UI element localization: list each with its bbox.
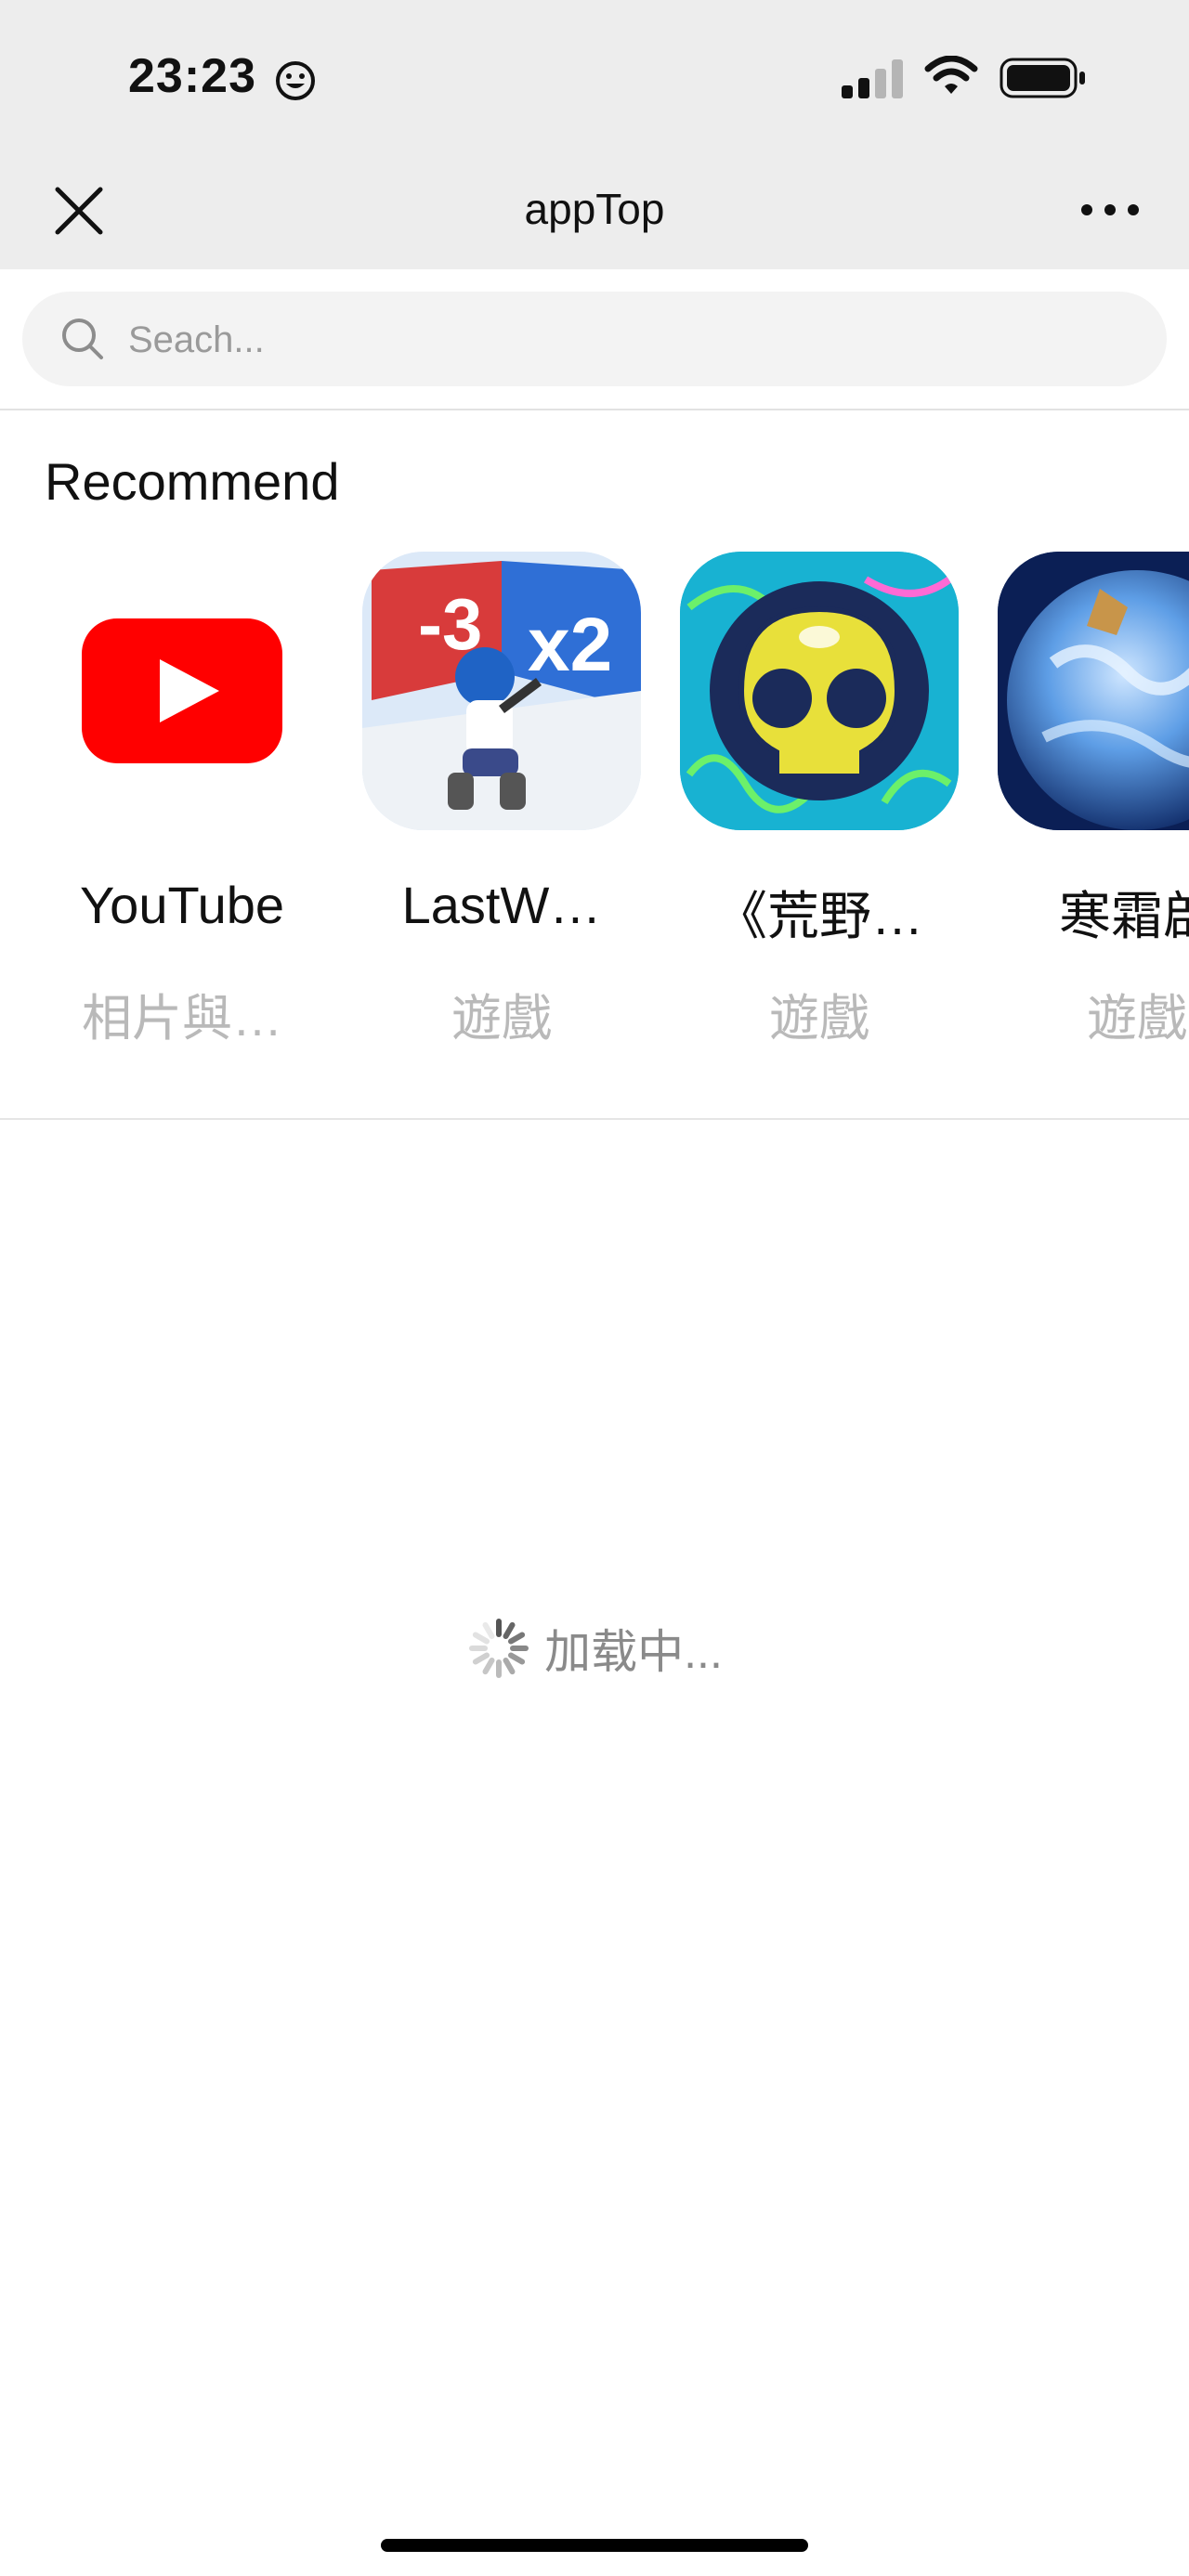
recommend-list: YouTube 相片與… -3 x2 LastW… 遊戲 《荒野… 遊戲 寒霜啟…: [0, 552, 1189, 1053]
more-icon[interactable]: [1078, 191, 1143, 228]
app-name: 《荒野…: [715, 887, 923, 945]
app-category: 遊戲: [769, 991, 869, 1047]
signal-icon: [842, 59, 903, 98]
status-time: 23:23: [128, 49, 256, 103]
search-input[interactable]: [126, 316, 1133, 364]
app-category: 遊戲: [451, 991, 552, 1047]
app-item-youtube[interactable]: YouTube 相片與…: [43, 552, 321, 1053]
app-item-brawl[interactable]: 《荒野… 遊戲: [680, 552, 959, 1053]
app-name: YouTube: [79, 876, 285, 934]
battery-icon: [1000, 58, 1085, 98]
brawl-icon: [680, 552, 959, 830]
app-item-frost[interactable]: 寒霜啟 遊戲: [998, 552, 1189, 1053]
loading-text: 加载中...: [544, 1626, 723, 1678]
smiley-icon: [276, 61, 315, 100]
section-divider: [0, 1118, 1189, 1120]
planet-icon: [998, 552, 1189, 830]
app-name: 寒霜啟: [1059, 887, 1189, 945]
home-indicator[interactable]: [381, 2539, 808, 2552]
app-item-lastwar[interactable]: -3 x2 LastW… 遊戲: [362, 552, 641, 1053]
wifi-icon: [924, 56, 978, 94]
section-title-recommend: Recommend: [45, 452, 340, 511]
search-section: [0, 269, 1189, 410]
spinner-icon: [469, 1619, 529, 1678]
search-bar[interactable]: [22, 292, 1167, 386]
app-name: LastW…: [401, 876, 602, 934]
lastwar-icon: -3 x2: [362, 552, 641, 830]
loading-indicator: 加载中...: [0, 1616, 1189, 1681]
youtube-icon: [43, 552, 321, 830]
page-title: appTop: [524, 185, 665, 233]
svg-text:x2: x2: [528, 603, 612, 687]
search-icon: [62, 319, 103, 359]
app-category: 遊戲: [1087, 991, 1187, 1047]
status-bar: 23:23: [0, 0, 1189, 160]
app-category: 相片與…: [82, 991, 282, 1047]
